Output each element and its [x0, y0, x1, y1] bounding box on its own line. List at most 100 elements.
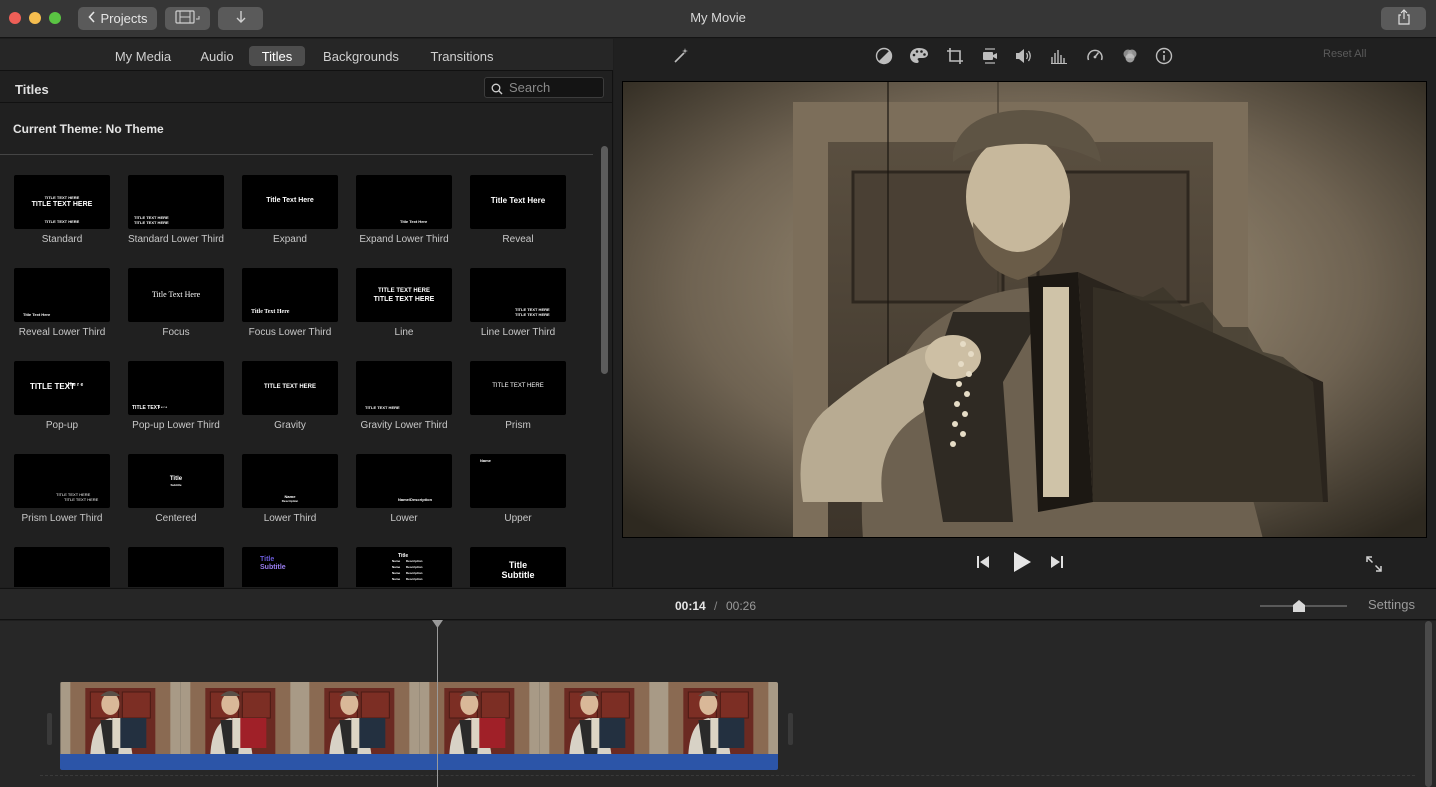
color-correction-icon[interactable]	[909, 47, 929, 65]
title-tile-label: Gravity	[274, 420, 306, 431]
volume-icon[interactable]	[1014, 47, 1034, 65]
title-preview-text: Name	[392, 577, 401, 581]
title-thumbnail[interactable]: TITLE TEXT HERE TITLE TEXT HERE	[470, 268, 566, 322]
titles-grid: TITLE TEXT HERE TITLE TEXT HERE TITLE TEXT…	[0, 175, 600, 587]
tab-backgrounds[interactable]: Backgrounds	[318, 46, 404, 66]
title-thumbnail[interactable]: TITLE TEXT HERE	[242, 361, 338, 415]
title-preview-text: TITLE TEXT HERE	[44, 195, 80, 200]
title-preview-text: TITLE TEXT HERE	[64, 497, 99, 502]
title-tile-label: Standard	[41, 234, 83, 245]
skip-back-icon[interactable]	[976, 555, 990, 574]
title-tile-label: Expand	[273, 234, 307, 245]
clip-right-handle[interactable]	[788, 713, 793, 745]
title-preview-text: Description	[406, 565, 423, 569]
share-button[interactable]	[1381, 7, 1426, 30]
fullscreen-icon[interactable]	[1365, 555, 1383, 578]
title-thumbnail[interactable]: Name Description	[242, 454, 338, 508]
title-thumbnail[interactable]: TITLE TEXT HERE	[470, 361, 566, 415]
title-preview-text: TITLE TEXT HERE	[373, 296, 435, 303]
color-balance-icon[interactable]	[874, 47, 894, 65]
search-input[interactable]	[509, 80, 599, 95]
play-icon[interactable]	[1012, 551, 1032, 578]
title-tile-label: Prism	[505, 420, 531, 431]
tab-transitions[interactable]: Transitions	[425, 46, 499, 66]
title-thumbnail[interactable]: Title Text Here	[242, 175, 338, 229]
clip-filter-icon[interactable]	[1120, 47, 1140, 65]
title-thumbnail[interactable]: Title Text Here	[242, 268, 338, 322]
noise-reduction-icon[interactable]	[1049, 47, 1069, 65]
title-tile-label: Pop-up	[45, 420, 79, 431]
reset-all-button[interactable]: Reset All	[1323, 48, 1366, 60]
title-thumbnail[interactable]: TITLE TEXT H e r e	[128, 361, 224, 415]
tab-audio[interactable]: Audio	[196, 46, 238, 66]
video-preview[interactable]	[622, 81, 1427, 538]
title-preview-text: Title Text Here	[400, 219, 428, 224]
title-thumbnail[interactable]: Title Subtitle	[470, 547, 566, 587]
title-preview-text: TITLE TEXT HERE	[365, 405, 400, 410]
titles-header: Titles	[0, 72, 613, 103]
title-thumbnail[interactable]: Name/Description	[356, 454, 452, 508]
playhead[interactable]	[437, 620, 438, 787]
title-preview-text: TITLE TEXT HERE	[515, 312, 550, 317]
title-preview-text: H e r e	[158, 405, 168, 409]
title-thumbnail[interactable]: TITLE TEXT HERE TITLE TEXT HERE	[356, 268, 452, 322]
title-preview-text: H e r e	[68, 382, 84, 388]
title-thumbnail[interactable]: TITLE TEXT HERE TITLE TEXT HERE	[128, 175, 224, 229]
imovie-window: Projects My Movie My Media Audio Titles …	[0, 0, 1436, 787]
search-box[interactable]	[484, 77, 604, 98]
crop-icon[interactable]	[945, 47, 965, 65]
title-thumbnail[interactable]: Title Text Here	[470, 175, 566, 229]
tab-titles[interactable]: Titles	[249, 46, 305, 66]
title-preview-text: Name	[392, 559, 401, 563]
skip-forward-icon[interactable]	[1050, 555, 1064, 574]
tab-my-media[interactable]: My Media	[110, 46, 176, 66]
timeline-scrollbar[interactable]	[1425, 621, 1432, 787]
title-thumbnail[interactable]: Title Subtitle	[242, 547, 338, 587]
clip-left-handle[interactable]	[47, 713, 52, 745]
magic-wand-icon[interactable]	[671, 47, 691, 65]
title-preview-text: TITLE TEXT	[132, 405, 161, 411]
title-thumbnail[interactable]: TITLE TEXT H e r e	[14, 361, 110, 415]
title-thumbnail[interactable]	[128, 547, 224, 587]
title-preview-text: Description	[406, 577, 423, 581]
title-thumbnail[interactable]	[14, 547, 110, 587]
title-tile-label: Line	[394, 327, 414, 338]
search-icon	[491, 82, 503, 94]
title-preview-text: Title Text Here	[23, 312, 51, 317]
title-thumbnail[interactable]: Title Text Here	[14, 268, 110, 322]
title-thumbnail[interactable]: Title Text Here	[128, 268, 224, 322]
title-thumbnail[interactable]: Title Subtitle	[128, 454, 224, 508]
video-clip[interactable]	[60, 682, 778, 770]
playhead-marker-icon[interactable]	[432, 620, 443, 628]
timeline[interactable]	[0, 621, 1436, 787]
title-tile-label: Standard Lower Third	[128, 234, 224, 245]
speed-icon[interactable]	[1085, 47, 1105, 65]
timeline-settings-button[interactable]: Settings	[1368, 597, 1415, 612]
title-preview-text: TITLE TEXT HERE	[31, 201, 93, 208]
title-bar: Projects My Movie	[0, 0, 1436, 38]
title-tile-label: Lower Third	[263, 513, 317, 524]
info-icon[interactable]	[1154, 47, 1174, 65]
title-thumbnail[interactable]: TITLE TEXT HERE TITLE TEXT HERE TITLE TEXT…	[14, 175, 110, 229]
title-tile-label: Focus	[162, 327, 190, 338]
title-thumbnail[interactable]: TITLE TEXT HERE TITLE TEXT HERE	[14, 454, 110, 508]
title-thumbnail[interactable]: Title Text Here	[356, 175, 452, 229]
title-tile-label: Line Lower Third	[480, 327, 556, 338]
title-preview-text: Description	[406, 559, 423, 563]
playback-controls	[614, 549, 1436, 577]
title-preview-text: Title	[260, 556, 275, 563]
title-tile-label: Prism Lower Third	[21, 513, 103, 524]
title-thumbnail[interactable]: Title Name Description Name Description Name D…	[356, 547, 452, 587]
stabilization-icon[interactable]	[980, 47, 1000, 65]
title-thumbnail[interactable]: TITLE TEXT HERE	[356, 361, 452, 415]
title-thumbnail[interactable]: Name	[470, 454, 566, 508]
zoom-slider-knob[interactable]	[1293, 599, 1306, 612]
title-tile-label: Focus Lower Third	[248, 327, 332, 338]
clip-audio-waveform	[60, 754, 778, 770]
title-preview-text: Subtitle	[501, 570, 535, 580]
clip-frame-thumbnail	[658, 682, 778, 754]
window-title: My Movie	[690, 10, 746, 25]
browser-scrollbar[interactable]	[601, 146, 608, 374]
title-preview-text: Name	[392, 565, 401, 569]
title-tile-label: Gravity Lower Third	[360, 420, 448, 431]
